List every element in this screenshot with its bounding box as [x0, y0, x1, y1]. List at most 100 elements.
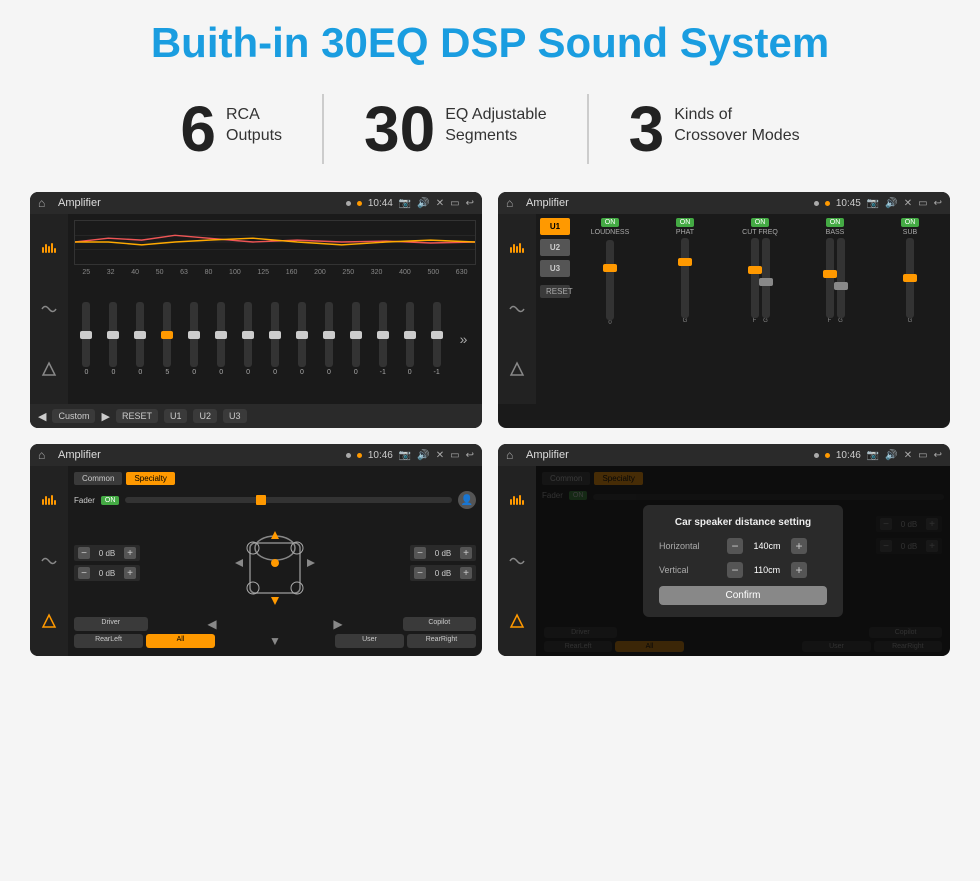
eq-val-2: 0: [138, 369, 142, 376]
phat-thumb[interactable]: [678, 258, 692, 266]
preset-u3[interactable]: U3: [540, 260, 570, 277]
fl-minus[interactable]: −: [78, 547, 90, 559]
feature-number-30: 30: [364, 97, 435, 161]
status-bar-4: ⌂ Amplifier 10:46 📷 🔊 ✕ ▭ ↩: [498, 444, 950, 466]
dialog-vertical-row: Vertical − 110cm +: [659, 562, 827, 578]
next-btn[interactable]: ▶: [101, 410, 109, 423]
slider-track-0[interactable]: [82, 302, 90, 367]
feature-crossover: 3 Kinds of Crossover Modes: [589, 97, 840, 161]
cross-icon-1[interactable]: [506, 239, 528, 261]
status-dot-3: [814, 201, 819, 206]
btn-driver[interactable]: Driver: [74, 617, 148, 631]
eq-arrows[interactable]: »: [460, 331, 468, 347]
status-dot-7: [814, 453, 819, 458]
eq-icon-2[interactable]: [38, 298, 60, 320]
u3-btn[interactable]: U3: [223, 409, 247, 423]
arrow-down[interactable]: ▼: [218, 634, 332, 648]
eq-icon-1[interactable]: [38, 239, 60, 261]
arrow-left[interactable]: ◀: [151, 617, 274, 631]
vertical-ctrl: − 110cm +: [727, 562, 807, 578]
sp-icon-3[interactable]: [38, 610, 60, 632]
sub-slider: G: [906, 238, 914, 400]
features-row: 6 RCA Outputs 30 EQ Adjustable Segments …: [30, 94, 950, 164]
bass-thumb-g[interactable]: [834, 282, 848, 290]
slider-track-4[interactable]: [190, 302, 198, 367]
sub-thumb[interactable]: [903, 274, 917, 282]
sp-icon-1[interactable]: [38, 491, 60, 513]
prev-btn[interactable]: ◀: [38, 410, 46, 423]
status-dot-6: [357, 453, 362, 458]
btn-user[interactable]: User: [335, 634, 404, 648]
fader-slider[interactable]: [125, 497, 452, 503]
btn-rearleft[interactable]: RearLeft: [74, 634, 143, 648]
slider-track-1[interactable]: [109, 302, 117, 367]
cutfreq-toggle[interactable]: ON: [751, 218, 770, 227]
slider-track-2[interactable]: [136, 302, 144, 367]
arrow-right[interactable]: ▶: [277, 617, 400, 631]
slider-track-5[interactable]: [217, 302, 225, 367]
freq-32: 32: [107, 269, 115, 276]
vertical-plus[interactable]: +: [791, 562, 807, 578]
bass-toggle[interactable]: ON: [826, 218, 845, 227]
btn-copilot[interactable]: Copilot: [403, 617, 477, 631]
cross-reset[interactable]: RESET: [540, 285, 570, 298]
preset-u1[interactable]: U1: [540, 218, 570, 235]
cutfreq-thumb-f[interactable]: [748, 266, 762, 274]
eq-icon-3[interactable]: [38, 358, 60, 380]
rr-plus[interactable]: +: [460, 567, 472, 579]
slider-track-10[interactable]: [352, 302, 360, 367]
reset-btn[interactable]: RESET: [116, 409, 158, 423]
loudness-slider: 0: [606, 240, 614, 326]
module-phat: ON PHAT G: [649, 218, 721, 400]
slider-track-13[interactable]: [433, 302, 441, 367]
bass-thumb-f[interactable]: [823, 270, 837, 278]
loudness-thumb[interactable]: [603, 264, 617, 272]
freq-320: 320: [371, 269, 383, 276]
horizontal-minus[interactable]: −: [727, 538, 743, 554]
slider-track-8[interactable]: [298, 302, 306, 367]
btn-rearright[interactable]: RearRight: [407, 634, 476, 648]
confirm-button[interactable]: Confirm: [659, 586, 827, 605]
status-title-4: Amplifier: [526, 449, 808, 461]
user-icon[interactable]: 👤: [458, 491, 476, 509]
cutfreq-slider-f: F: [751, 238, 759, 324]
tab-specialty[interactable]: Specialty: [126, 472, 174, 485]
feature-line2-crossover: Crossover Modes: [674, 126, 799, 147]
slider-thumb-12: [404, 331, 416, 339]
eq-slider-9: 0: [325, 302, 333, 376]
screen-crossover-card: ⌂ Amplifier 10:45 📷 🔊 ✕ ▭ ↩: [498, 192, 950, 428]
slider-track-7[interactable]: [271, 302, 279, 367]
dlg-icon-2[interactable]: [506, 550, 528, 572]
custom-label: Custom: [52, 409, 95, 423]
fr-plus[interactable]: +: [460, 547, 472, 559]
dlg-icon-1[interactable]: [506, 491, 528, 513]
dlg-icon-3[interactable]: [506, 610, 528, 632]
rl-plus[interactable]: +: [124, 567, 136, 579]
rr-minus[interactable]: −: [414, 567, 426, 579]
horizontal-plus[interactable]: +: [791, 538, 807, 554]
sp-icon-2[interactable]: [38, 550, 60, 572]
preset-u2[interactable]: U2: [540, 239, 570, 256]
u1-btn[interactable]: U1: [164, 409, 188, 423]
rl-minus[interactable]: −: [78, 567, 90, 579]
slider-track-6[interactable]: [244, 302, 252, 367]
phat-toggle[interactable]: ON: [676, 218, 695, 227]
module-loudness: ON LOUDNESS 0: [574, 218, 646, 400]
slider-track-9[interactable]: [325, 302, 333, 367]
fader-toggle[interactable]: ON: [101, 496, 120, 505]
fr-minus[interactable]: −: [414, 547, 426, 559]
cross-icon-3[interactable]: [506, 358, 528, 380]
tab-common[interactable]: Common: [74, 472, 122, 485]
btn-all[interactable]: All: [146, 634, 215, 648]
page-wrapper: Buith-in 30EQ DSP Sound System 6 RCA Out…: [0, 0, 980, 676]
u2-btn[interactable]: U2: [193, 409, 217, 423]
fl-plus[interactable]: +: [124, 547, 136, 559]
vertical-minus[interactable]: −: [727, 562, 743, 578]
sub-toggle[interactable]: ON: [901, 218, 920, 227]
slider-track-11[interactable]: [379, 302, 387, 367]
slider-track-12[interactable]: [406, 302, 414, 367]
loudness-toggle[interactable]: ON: [601, 218, 620, 227]
cutfreq-thumb-g[interactable]: [759, 278, 773, 286]
slider-track-3[interactable]: [163, 302, 171, 367]
cross-icon-2[interactable]: [506, 298, 528, 320]
